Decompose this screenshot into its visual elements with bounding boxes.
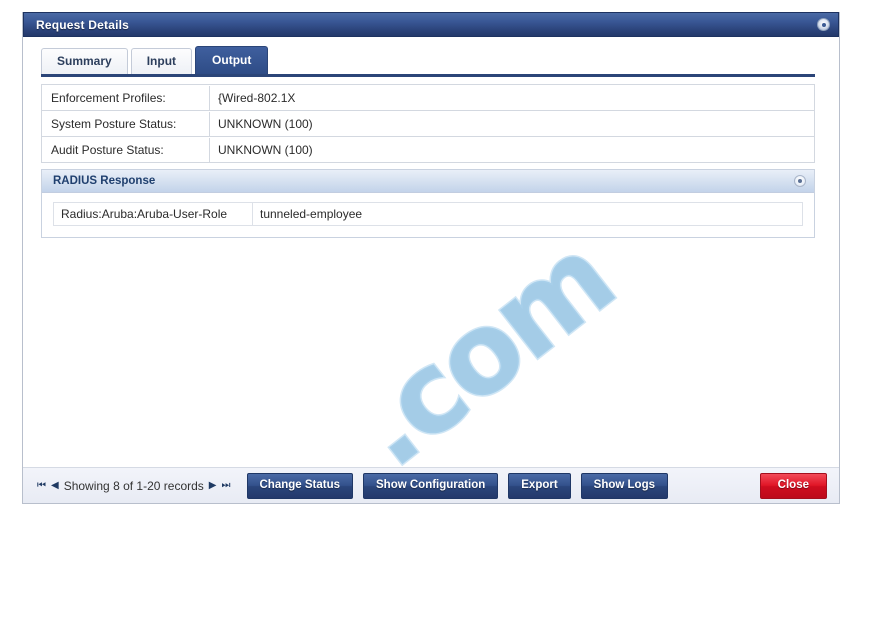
tab-output[interactable]: Output	[195, 46, 269, 74]
pagination: ⏮ ◀ Showing 8 of 1-20 records ▶ ⏭	[37, 479, 231, 493]
row-value: UNKNOWN (100)	[218, 116, 313, 131]
row-label: System Posture Status:	[42, 111, 210, 136]
pagination-label: Showing 8 of 1-20 records	[63, 478, 204, 493]
dialog-title: Request Details	[36, 17, 130, 32]
attribute-value: tunneled-employee	[260, 207, 363, 221]
prev-page-icon[interactable]: ◀	[51, 480, 59, 492]
tab-input[interactable]: Input	[130, 48, 193, 74]
request-details-dialog: Request Details Summary Input Output Enf…	[22, 12, 840, 504]
radius-response-body: Radius:Aruba:Aruba-User-Role tunneled-em…	[42, 193, 814, 237]
next-page-icon[interactable]: ▶	[209, 480, 217, 492]
show-configuration-button[interactable]: Show Configuration	[363, 472, 499, 499]
dialog-title-bar: Request Details	[23, 12, 839, 37]
table-row: System Posture Status: UNKNOWN (100)	[42, 111, 814, 137]
collapse-icon[interactable]	[794, 175, 806, 187]
dialog-body: Summary Input Output Enforcement Profile…	[23, 37, 839, 503]
tab-summary[interactable]: Summary	[41, 48, 128, 74]
radius-response-header[interactable]: RADIUS Response	[42, 170, 814, 193]
output-info-table: Enforcement Profiles: {Wired-802.1X Syst…	[41, 84, 815, 163]
dialog-footer: ⏮ ◀ Showing 8 of 1-20 records ▶ ⏭ Change…	[23, 467, 839, 503]
radius-response-title: RADIUS Response	[53, 175, 156, 187]
close-button[interactable]: Close	[759, 472, 827, 499]
table-row: Radius:Aruba:Aruba-User-Role tunneled-em…	[53, 202, 803, 226]
export-button[interactable]: Export	[508, 472, 571, 499]
table-row: Enforcement Profiles: {Wired-802.1X	[42, 85, 814, 111]
row-label: Enforcement Profiles:	[42, 85, 210, 110]
tab-strip: Summary Input Output	[23, 37, 839, 74]
row-label: Audit Posture Status:	[42, 137, 210, 162]
table-row: Audit Posture Status: UNKNOWN (100)	[42, 137, 814, 163]
first-page-icon[interactable]: ⏮	[37, 480, 46, 492]
attribute-key: Radius:Aruba:Aruba-User-Role	[54, 203, 253, 225]
show-logs-button[interactable]: Show Logs	[580, 472, 669, 499]
change-status-button[interactable]: Change Status	[246, 472, 354, 499]
tab-underline	[41, 74, 815, 77]
row-value: UNKNOWN (100)	[218, 142, 313, 157]
row-value: {Wired-802.1X	[218, 90, 296, 105]
radius-response-panel: RADIUS Response Radius:Aruba:Aruba-User-…	[41, 169, 815, 238]
last-page-icon[interactable]: ⏭	[222, 480, 231, 492]
close-icon[interactable]	[817, 18, 830, 31]
